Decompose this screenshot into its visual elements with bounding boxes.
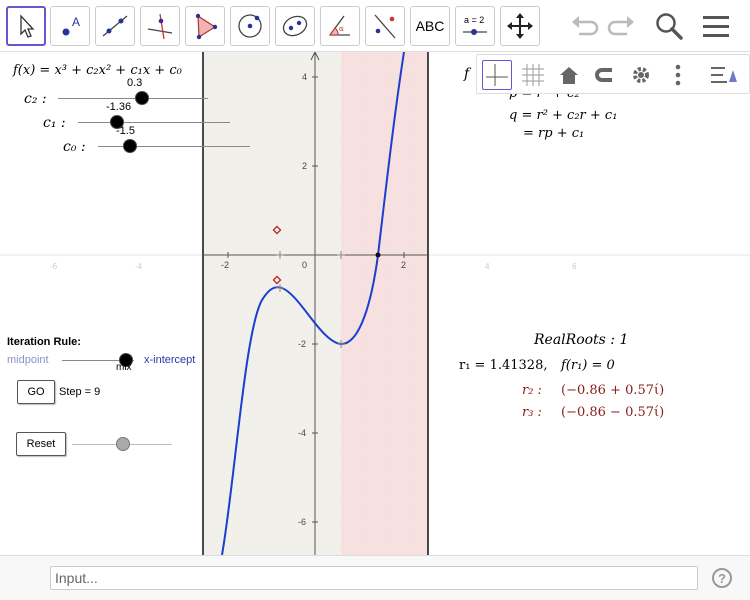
algebra-input-bar: Input... ? (0, 555, 750, 600)
rule-midpoint-label: midpoint (7, 354, 49, 366)
move-tool-button[interactable] (6, 6, 46, 46)
polygon-tool-button[interactable] (185, 6, 225, 46)
gear-icon (633, 67, 649, 83)
help-icon[interactable]: ? (712, 568, 732, 588)
text-tool-button[interactable]: ABC (410, 6, 450, 46)
undo-icon (572, 16, 599, 36)
bg-x-tick-label: 4 (485, 262, 490, 271)
c0-slider-value: -1.5 (116, 125, 135, 137)
home-view-button[interactable] (554, 60, 584, 90)
c0-slider-label: c₀ : (63, 139, 86, 155)
redo-button[interactable] (604, 8, 640, 44)
x-tick-label: 0 (302, 260, 307, 270)
root-r3-label: r₃ : (522, 405, 542, 420)
c2-slider-track[interactable] (58, 98, 208, 99)
magnet-icon (595, 68, 612, 82)
grid-toggle-button[interactable] (518, 60, 548, 90)
perpendicular-icon (147, 13, 173, 40)
root-point[interactable] (375, 252, 381, 258)
input-field[interactable]: Input... (50, 566, 698, 590)
perpendicular-tool-button[interactable] (140, 6, 180, 46)
style-bar-toggle-button[interactable] (709, 60, 739, 90)
q-formula-continued: = rp + c₁ (523, 126, 585, 141)
reflect-icon (374, 14, 396, 39)
more-options-button[interactable] (663, 60, 693, 90)
c2-slider-knob[interactable] (135, 91, 149, 105)
cursor-icon (20, 14, 35, 38)
settings-button[interactable] (626, 60, 656, 90)
f-partial-label: f (464, 66, 470, 82)
c0-slider-track[interactable] (98, 146, 250, 147)
move-graphics-tool-button[interactable] (500, 6, 540, 46)
svg-text:α: α (339, 25, 344, 33)
c2-slider-label: c₂ : (24, 91, 47, 107)
axes-toggle-button[interactable] (482, 60, 512, 90)
bg-x-tick-label: -4 (135, 262, 143, 271)
reset-slider-knob[interactable] (116, 437, 130, 451)
root-r3-value: (−0.86 − 0.57ί) (561, 405, 665, 420)
rule-mix-label: mix (116, 362, 132, 373)
reflect-tool-button[interactable] (365, 6, 405, 46)
circle-icon (238, 14, 262, 38)
line-icon (102, 15, 128, 37)
root-r2-value: (−0.86 + 0.57ί) (561, 383, 665, 398)
angle-icon: α (329, 15, 350, 36)
style-bar-toggle-icon (711, 67, 737, 83)
reset-button[interactable]: Reset (16, 432, 66, 456)
search-icon (656, 13, 683, 40)
redo-icon (607, 16, 634, 36)
ellipse-icon (282, 15, 308, 37)
point-tool-button[interactable]: A (50, 6, 90, 46)
c2-slider-value: 0.3 (127, 77, 143, 89)
point-icon: A (62, 15, 80, 36)
move-arrows-icon (507, 13, 533, 39)
angle-tool-button[interactable]: α (320, 6, 360, 46)
c0-slider-knob[interactable] (123, 139, 137, 153)
text-tool-label: ABC (415, 18, 445, 34)
menu-button[interactable] (698, 8, 734, 44)
graphics-view[interactable]: -6 -4 4 6 -2 0 2 4 2 -2 -4 -6 f(x) = x³ … (0, 52, 750, 555)
toolbar: A α ABC a = 2 (0, 0, 750, 52)
f-of-r1: f(r₁) = 0 (561, 358, 615, 373)
line-tool-button[interactable] (95, 6, 135, 46)
slider-tool-button[interactable]: a = 2 (455, 6, 495, 46)
home-icon (560, 67, 578, 84)
more-vertical-icon (675, 64, 681, 86)
y-tick-label: -4 (298, 428, 306, 438)
circle-tool-button[interactable] (230, 6, 270, 46)
point-capturing-button[interactable] (590, 60, 620, 90)
y-tick-label: -2 (298, 339, 306, 349)
y-tick-label: 2 (302, 161, 307, 171)
svg-text:A: A (72, 15, 80, 29)
go-button[interactable]: GO (17, 380, 55, 404)
step-counter: Step = 9 (59, 386, 101, 398)
grid-icon (522, 64, 544, 86)
x-tick-label: -2 (221, 260, 229, 270)
ellipse-tool-button[interactable] (275, 6, 315, 46)
c1-slider-track[interactable] (78, 122, 230, 123)
iteration-rule-label: Iteration Rule: (7, 336, 81, 348)
bg-x-tick-label: 6 (572, 262, 577, 271)
c1-slider-label: c₁ : (43, 115, 66, 131)
y-tick-label: -6 (298, 517, 306, 527)
axes-icon (486, 64, 508, 86)
rule-x-intercept-label: x-intercept (144, 354, 196, 366)
menu-icon (703, 16, 729, 37)
polygon-icon (195, 13, 218, 40)
svg-text:a = 2: a = 2 (464, 15, 484, 25)
root-r2-label: r₂ : (522, 383, 542, 398)
undo-button[interactable] (566, 8, 602, 44)
y-tick-label: 4 (302, 72, 307, 82)
root-r1: r₁ = 1.41328, (459, 358, 548, 373)
q-formula: q = r² + c₂r + c₁ (509, 108, 618, 123)
graphics-style-bar (476, 54, 750, 94)
shaded-interval (341, 52, 428, 555)
search-button[interactable] (651, 8, 687, 44)
x-tick-label: 2 (401, 260, 406, 270)
bg-x-tick-label: -6 (50, 262, 58, 271)
slider-icon: a = 2 (463, 15, 487, 35)
c1-slider-value: -1.36 (106, 101, 132, 113)
real-roots-count: RealRoots : 1 (534, 332, 629, 348)
function-definition: f(x) = x³ + c₂x² + c₁x + c₀ (13, 63, 182, 78)
